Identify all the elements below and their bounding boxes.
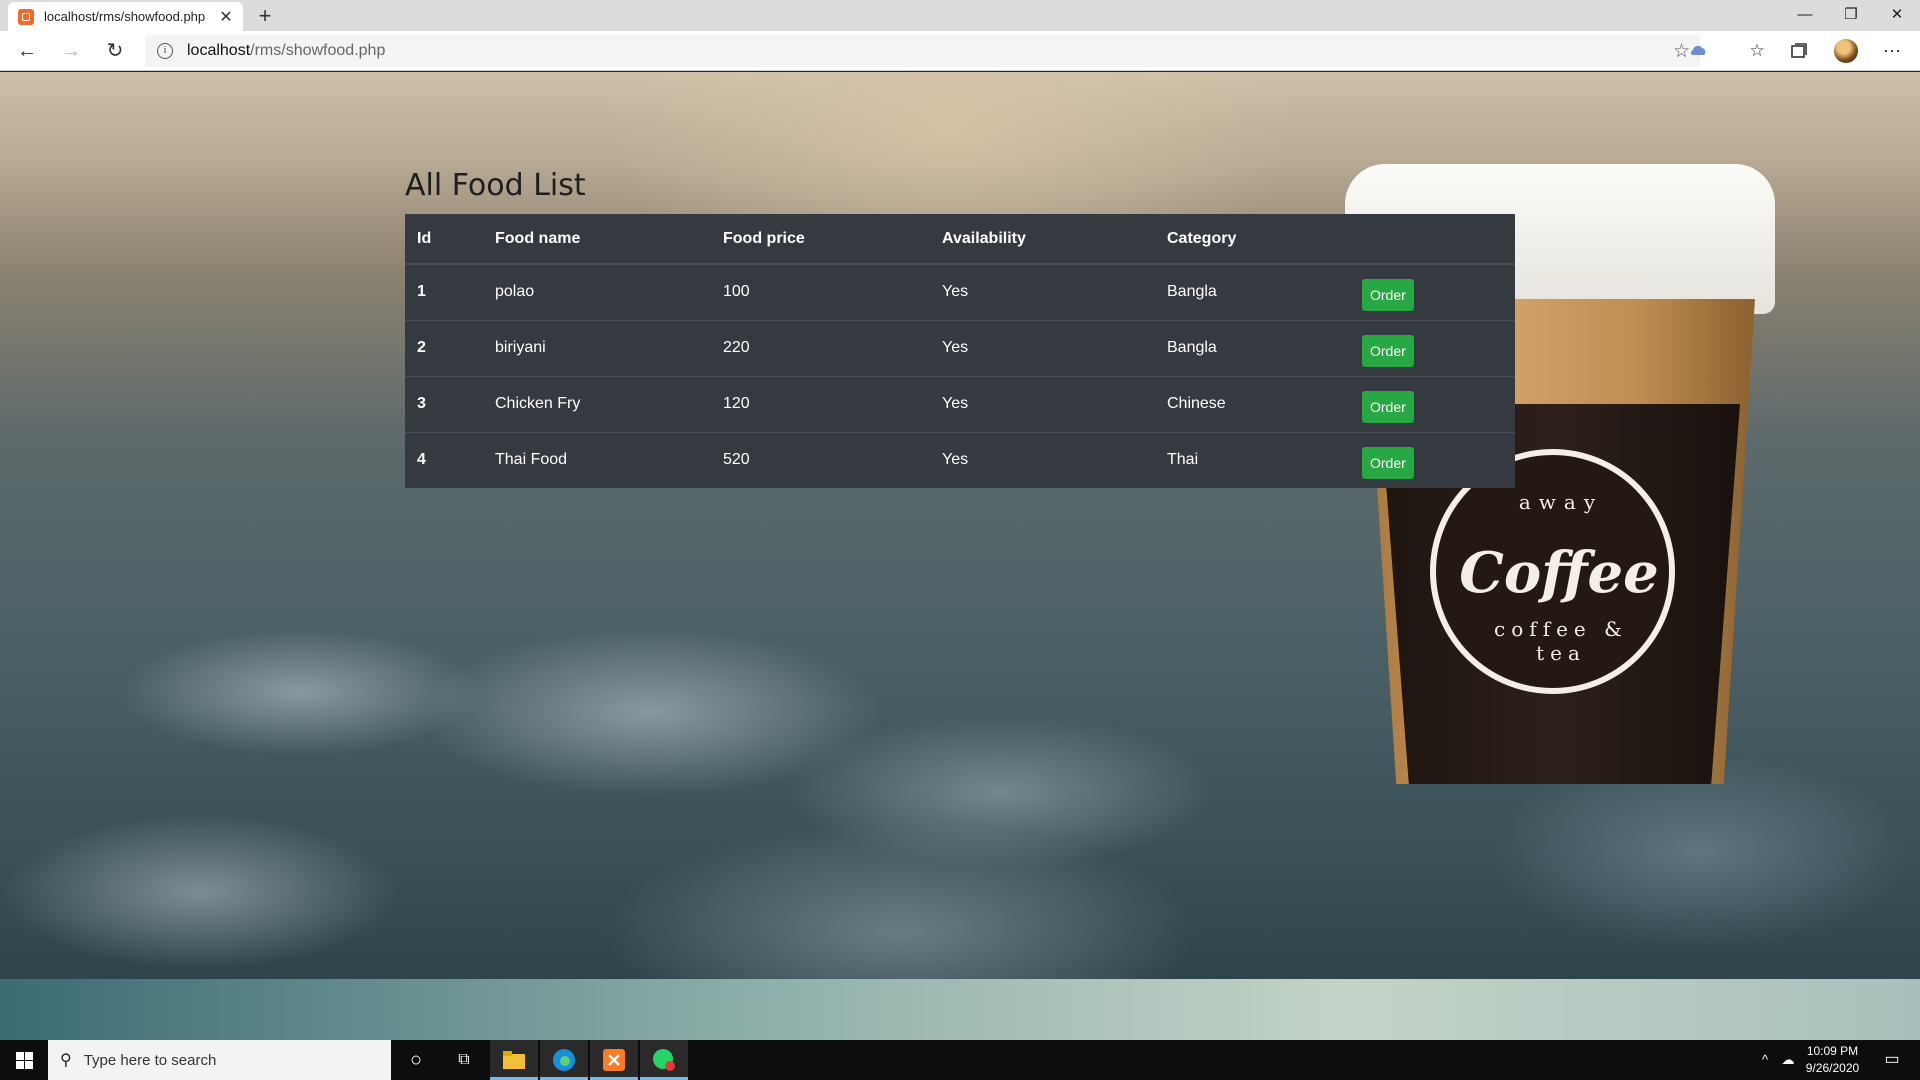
tab-title: localhost/rms/showfood.php bbox=[44, 9, 206, 24]
cell-action: Order bbox=[1350, 319, 1515, 376]
order-button[interactable]: Order bbox=[1362, 391, 1414, 423]
notifications-icon[interactable]: ▭ bbox=[1872, 1040, 1912, 1080]
logo-ring-bottom-text: coffee & tea bbox=[1494, 617, 1628, 665]
xampp-icon[interactable] bbox=[590, 1040, 638, 1080]
new-tab-button[interactable]: + bbox=[252, 3, 278, 29]
cell-action: Order bbox=[1350, 431, 1515, 488]
taskbar-search[interactable]: ⚲ Type here to search bbox=[48, 1040, 391, 1080]
header-food-name: Food name bbox=[483, 214, 711, 265]
back-icon[interactable]: ← bbox=[12, 36, 42, 66]
browser-toolbar: ← → ↻ i localhost/rms/showfood.php ☆ ☆ ⋯ bbox=[0, 31, 1920, 71]
table-row: 1 polao 100 Yes Bangla Order bbox=[405, 263, 1515, 320]
tab-close-icon[interactable]: ✕ bbox=[217, 7, 235, 27]
header-id: Id bbox=[405, 214, 483, 265]
task-view-icon[interactable]: ⧉ bbox=[440, 1040, 488, 1080]
cell-action: Order bbox=[1350, 263, 1515, 320]
header-category: Category bbox=[1155, 214, 1350, 265]
xampp-favicon-icon bbox=[18, 8, 34, 25]
cell-food-name: biriyani bbox=[483, 319, 711, 376]
windows-start-icon[interactable] bbox=[0, 1040, 48, 1080]
table-row: 3 Chicken Fry 120 Yes Chinese Order bbox=[405, 375, 1515, 432]
search-placeholder: Type here to search bbox=[83, 1051, 217, 1069]
close-window-button[interactable]: ✕ bbox=[1874, 0, 1920, 30]
address-bar[interactable]: i localhost/rms/showfood.php ☆ bbox=[145, 35, 1700, 67]
cell-category: Thai bbox=[1155, 431, 1350, 488]
more-options-icon[interactable]: ⋯ bbox=[1877, 36, 1907, 66]
cell-id: 2 bbox=[405, 319, 483, 376]
clock-time: 10:09 PM bbox=[1806, 1044, 1859, 1058]
cell-category: Bangla bbox=[1155, 263, 1350, 320]
site-info-icon[interactable]: i bbox=[157, 43, 173, 59]
file-explorer-icon[interactable] bbox=[490, 1040, 538, 1080]
cell-id: 4 bbox=[405, 431, 483, 488]
cell-food-name: Chicken Fry bbox=[483, 375, 711, 432]
header-availability: Availability bbox=[930, 214, 1155, 265]
cell-availability: Yes bbox=[930, 431, 1155, 488]
order-button[interactable]: Order bbox=[1362, 279, 1414, 312]
show-hidden-icons-chevron-icon[interactable]: ^ bbox=[1755, 1040, 1775, 1080]
taskbar: ⚲ Type here to search ○ ⧉ ^ ☁ 10:09 PM 9… bbox=[0, 1040, 1920, 1080]
minimize-button[interactable]: — bbox=[1782, 0, 1828, 30]
cell-food-name: polao bbox=[483, 263, 711, 320]
cell-availability: Yes bbox=[930, 263, 1155, 320]
cell-availability: Yes bbox=[930, 319, 1155, 376]
whatsapp-icon[interactable] bbox=[640, 1040, 688, 1080]
cell-food-price: 100 bbox=[711, 263, 930, 320]
table-row: 2 biriyani 220 Yes Bangla Order bbox=[405, 319, 1515, 376]
cell-id: 1 bbox=[405, 263, 483, 320]
browser-tab-strip: localhost/rms/showfood.php ✕ + — ❐ ✕ bbox=[0, 0, 1920, 31]
profile-avatar[interactable] bbox=[1834, 39, 1858, 63]
search-icon: ⚲ bbox=[60, 1052, 72, 1069]
edge-browser-icon[interactable] bbox=[540, 1040, 588, 1080]
forward-icon[interactable]: → bbox=[56, 36, 86, 66]
collections-icon[interactable] bbox=[1789, 41, 1809, 61]
page-background: away Coffee coffee & tea All Food List I… bbox=[0, 72, 1920, 979]
cell-id: 3 bbox=[405, 375, 483, 432]
logo-word: Coffee bbox=[1459, 540, 1659, 606]
table-header-row: Id Food name Food price Availability Cat… bbox=[405, 214, 1515, 265]
food-list-section: All Food List Id Food name Food price Av… bbox=[405, 166, 1515, 488]
cell-availability: Yes bbox=[930, 375, 1155, 432]
cell-food-price: 520 bbox=[711, 431, 930, 488]
cell-category: Bangla bbox=[1155, 319, 1350, 376]
restore-button[interactable]: ❐ bbox=[1828, 0, 1874, 30]
cell-food-name: Thai Food bbox=[483, 431, 711, 488]
favorites-icon[interactable]: ☆ bbox=[1742, 36, 1772, 66]
order-button[interactable]: Order bbox=[1362, 335, 1414, 367]
extension-cloud-icon[interactable] bbox=[1688, 41, 1708, 61]
system-clock[interactable]: 10:09 PM 9/26/2020 bbox=[1795, 1043, 1870, 1077]
desktop-wallpaper bbox=[0, 979, 1920, 1040]
refresh-icon[interactable]: ↻ bbox=[100, 36, 130, 66]
cell-food-price: 220 bbox=[711, 319, 930, 376]
logo-ring-top-text: away bbox=[1518, 490, 1604, 514]
clock-date: 9/26/2020 bbox=[1805, 1061, 1860, 1075]
order-button[interactable]: Order bbox=[1362, 447, 1414, 480]
url-text[interactable]: localhost/rms/showfood.php bbox=[187, 42, 385, 60]
cortana-icon[interactable]: ○ bbox=[392, 1040, 440, 1080]
food-table: Id Food name Food price Availability Cat… bbox=[405, 214, 1515, 488]
table-row: 4 Thai Food 520 Yes Thai Order bbox=[405, 431, 1515, 488]
header-food-price: Food price bbox=[711, 214, 930, 265]
cell-action: Order bbox=[1350, 375, 1515, 432]
page-title: All Food List bbox=[405, 168, 586, 203]
header-action bbox=[1350, 214, 1515, 265]
browser-tab[interactable]: localhost/rms/showfood.php ✕ bbox=[8, 2, 243, 31]
cell-food-price: 120 bbox=[711, 375, 930, 432]
cell-category: Chinese bbox=[1155, 375, 1350, 432]
